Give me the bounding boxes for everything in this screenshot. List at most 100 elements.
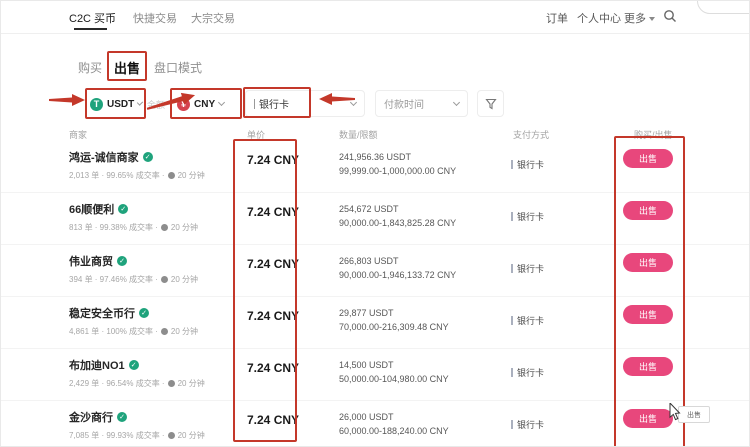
merchant-stats-text: 813 单 · 99.38% 成交率 ·	[69, 223, 158, 232]
chevron-down-icon	[349, 98, 358, 106]
crypto-select-value: USDT	[107, 98, 135, 110]
amount-limit-cell: 254,672 USDT 90,000.00-1,843,825.28 CNY	[339, 202, 456, 230]
available-amount: 26,000 USDT	[339, 412, 394, 422]
payment-time-label: 付款时间	[384, 100, 424, 111]
price-value: 7.24 CNY	[247, 257, 300, 271]
nav-item-more[interactable]: 更多	[624, 10, 655, 26]
verified-badge-icon: ✓	[139, 308, 149, 318]
merchant-release-time: 20 分钟	[177, 431, 205, 440]
payment-method-name: 银行卡	[517, 368, 545, 378]
sell-button[interactable]: 出售	[623, 149, 673, 168]
crypto-select[interactable]: T USDT	[90, 92, 144, 116]
mouse-cursor-icon	[669, 403, 681, 421]
tab-sell[interactable]: 出售	[114, 58, 140, 77]
nav-item-orders[interactable]: 订单	[546, 10, 568, 26]
payment-method-value: 银行卡	[259, 100, 289, 111]
sell-button[interactable]: 出售	[623, 253, 673, 272]
price-value: 7.24 CNY	[247, 361, 300, 375]
merchant-stats-text: 2,429 单 · 96.54% 成交率 ·	[69, 379, 165, 388]
clock-icon	[167, 432, 175, 439]
amount-limit-cell: 266,803 USDT 90,000.00-1,946,133.72 CNY	[339, 254, 456, 282]
payment-method-cell: 银行卡	[511, 366, 544, 379]
merchant-name[interactable]: 66顺便利	[69, 201, 114, 217]
table-row: 伟业商贸 ✓ 394 单 · 97.46% 成交率 · 20 分钟 7.24 C…	[1, 245, 749, 297]
nav-item-c2c-buy[interactable]: C2C 买币	[69, 10, 116, 26]
table-row: 鸿运-诚信商家 ✓ 2,013 单 · 99.65% 成交率 · 20 分钟 7…	[1, 141, 749, 193]
merchant-name[interactable]: 鸿运-诚信商家	[69, 149, 139, 165]
merchant-name[interactable]: 布加迪NO1	[69, 357, 125, 373]
payment-method-name: 银行卡	[517, 316, 545, 326]
clock-icon	[167, 172, 175, 179]
merchant-cell: 金沙商行 ✓ 7,085 单 · 99.93% 成交率 · 20 分钟	[69, 409, 205, 441]
c2c-trading-page: C2C 买币 快捷交易 大宗交易 订单 个人中心 更多 购买 出售 盘口模式 T…	[0, 0, 750, 447]
table-row: 稳定安全币行 ✓ 4,861 单 · 100% 成交率 · 20 分钟 7.24…	[1, 297, 749, 349]
merchant-name[interactable]: 稳定安全币行	[69, 305, 135, 321]
offers-list: 鸿运-诚信商家 ✓ 2,013 单 · 99.65% 成交率 · 20 分钟 7…	[1, 141, 749, 446]
clock-icon	[160, 224, 168, 231]
merchant-cell: 66顺便利 ✓ 813 单 · 99.38% 成交率 · 20 分钟	[69, 201, 198, 233]
merchant-release-time: 20 分钟	[170, 275, 199, 284]
chevron-down-icon	[218, 98, 226, 107]
search-icon[interactable]	[663, 9, 677, 28]
verified-badge-icon: ✓	[118, 204, 129, 214]
sell-button[interactable]: 出售	[623, 409, 673, 428]
payment-method-name: 银行卡	[517, 212, 545, 222]
clock-icon	[160, 276, 168, 283]
merchant-stats-text: 394 单 · 97.46% 成交率 ·	[69, 275, 158, 284]
payment-tag-bar	[511, 420, 513, 429]
filter-button[interactable]	[477, 90, 504, 117]
price-value: 7.24 CNY	[247, 309, 300, 323]
payment-tag-bar	[511, 264, 513, 273]
payment-method-select[interactable]: 银行卡	[245, 90, 365, 117]
verified-badge-icon: ✓	[128, 360, 139, 370]
table-row: 金沙商行 ✓ 7,085 单 · 99.93% 成交率 · 20 分钟 7.24…	[1, 401, 749, 446]
payment-method-cell: 银行卡	[511, 262, 544, 275]
price-value: 7.24 CNY	[247, 205, 300, 219]
amount-limit-cell: 241,956.36 USDT 99,999.00-1,000,000.00 C…	[339, 150, 456, 178]
tab-buy[interactable]: 购买	[78, 59, 102, 76]
nav-more-label: 更多	[624, 13, 646, 25]
available-amount: 254,672 USDT	[339, 204, 399, 214]
nav-item-express-trade[interactable]: 快捷交易	[133, 10, 177, 26]
sell-button[interactable]: 出售	[623, 305, 673, 324]
fiat-select[interactable]: ¥ CNY	[177, 92, 237, 116]
sell-button[interactable]: 出售	[623, 357, 673, 376]
merchant-stats: 7,085 单 · 99.93% 成交率 · 20 分钟	[69, 430, 205, 441]
amount-limit-cell: 14,500 USDT 50,000.00-104,980.00 CNY	[339, 358, 449, 386]
nav-item-block-trade[interactable]: 大宗交易	[191, 10, 235, 26]
nav-item-profile[interactable]: 个人中心	[577, 10, 621, 26]
merchant-cell: 布加迪NO1 ✓ 2,429 单 · 96.54% 成交率 · 20 分钟	[69, 357, 205, 389]
table-row: 66顺便利 ✓ 813 单 · 99.38% 成交率 · 20 分钟 7.24 …	[1, 193, 749, 245]
order-limit: 99,999.00-1,000,000.00 CNY	[339, 166, 457, 176]
payment-tag-bar	[511, 212, 513, 221]
merchant-name[interactable]: 伟业商贸	[69, 253, 113, 269]
amount-input[interactable]: 金额	[147, 98, 165, 111]
sell-button[interactable]: 出售	[623, 201, 673, 220]
chevron-down-icon	[649, 16, 655, 21]
column-header-payment: 支付方式	[513, 130, 550, 140]
text-cursor	[254, 98, 255, 109]
payment-tag-bar	[511, 368, 513, 377]
payment-time-select[interactable]: 付款时间	[375, 90, 468, 117]
payment-tag-bar	[511, 316, 513, 325]
tab-orderbook-mode[interactable]: 盘口模式	[154, 59, 202, 76]
available-amount: 266,803 USDT	[339, 256, 399, 266]
nav-divider	[1, 33, 749, 34]
chevron-down-icon	[137, 99, 144, 106]
available-amount: 14,500 USDT	[339, 360, 394, 370]
order-limit: 50,000.00-104,980.00 CNY	[339, 374, 449, 384]
amount-limit-cell: 29,877 USDT 70,000.00-216,309.48 CNY	[339, 306, 449, 334]
order-limit: 70,000.00-216,309.48 CNY	[339, 322, 449, 332]
order-limit: 60,000.00-188,240.00 CNY	[339, 426, 449, 436]
cny-coin-icon: ¥	[177, 97, 190, 111]
active-nav-underline	[74, 28, 107, 30]
column-header-merchant: 商家	[69, 130, 88, 140]
merchant-name[interactable]: 金沙商行	[69, 409, 113, 425]
verified-badge-icon: ✓	[117, 412, 127, 422]
merchant-stats-text: 2,013 单 · 99.65% 成交率 ·	[69, 171, 165, 180]
price-value: 7.24 CNY	[247, 413, 300, 427]
merchant-stats: 813 单 · 99.38% 成交率 · 20 分钟	[69, 222, 198, 233]
merchant-stats: 4,861 单 · 100% 成交率 · 20 分钟	[69, 326, 198, 337]
merchant-cell: 稳定安全币行 ✓ 4,861 单 · 100% 成交率 · 20 分钟	[69, 305, 198, 337]
clock-icon	[167, 380, 175, 387]
